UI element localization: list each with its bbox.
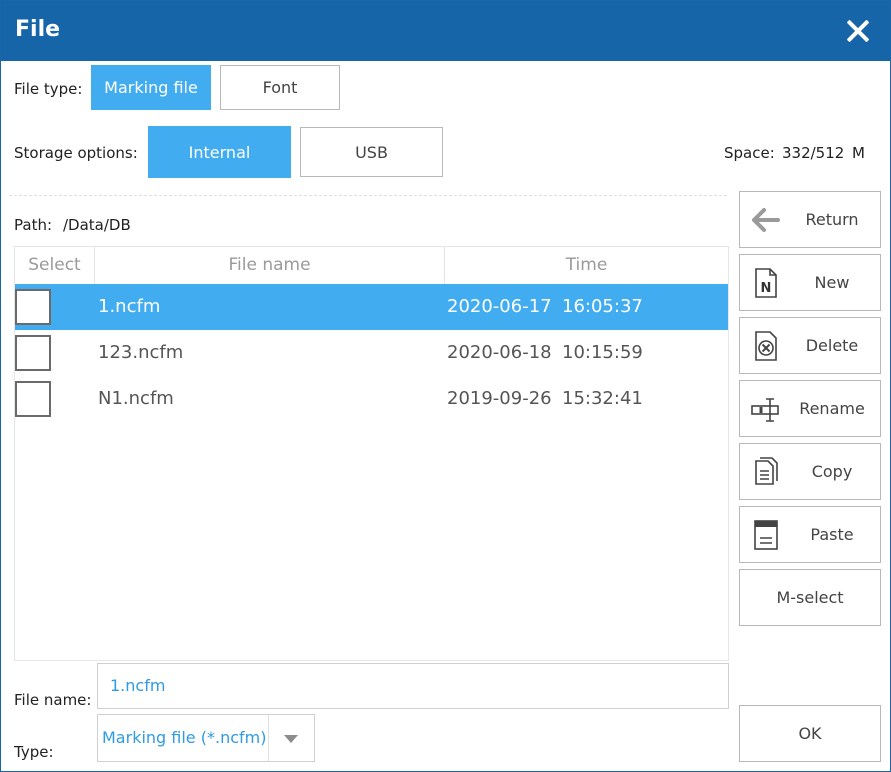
row-date: 2019-09-26: [447, 388, 552, 409]
new-file-icon: N: [755, 268, 777, 298]
path-value: /Data/DB: [63, 216, 131, 234]
row-time: 16:05:37: [562, 296, 643, 317]
file-type-marking-file-button[interactable]: Marking file: [91, 65, 211, 110]
type-select-value: Marking file (*.ncfm): [102, 728, 267, 747]
row-time: 10:15:59: [562, 342, 643, 363]
table-row[interactable]: 123.ncfm 2020-06-18 10:15:59: [15, 330, 728, 376]
divider: [9, 195, 727, 196]
storage-internal-button[interactable]: Internal: [148, 126, 291, 178]
delete-file-icon: [755, 331, 777, 361]
file-table: Select File name Time 1.ncfm 2020-06-17 …: [14, 246, 729, 661]
row-checkbox[interactable]: [15, 381, 51, 417]
type-select[interactable]: Marking file (*.ncfm): [97, 714, 315, 762]
select-divider: [268, 715, 269, 761]
row-file-name: N1.ncfm: [98, 388, 174, 409]
table-row[interactable]: 1.ncfm 2020-06-17 16:05:37: [15, 284, 728, 330]
paste-icon: [754, 520, 778, 550]
ok-label: OK: [798, 724, 822, 743]
row-date: 2020-06-17: [447, 296, 552, 317]
file-name-label: File name:: [14, 691, 92, 709]
column-header-time: Time: [565, 255, 608, 275]
copy-label: Copy: [811, 462, 853, 481]
space-label: Space:: [724, 144, 775, 162]
column-header-file-name: File name: [95, 247, 445, 284]
rename-button[interactable]: Rename: [739, 380, 881, 437]
file-type-label: File type:: [14, 80, 83, 98]
new-label: New: [814, 273, 850, 292]
file-name-input[interactable]: 1.ncfm: [97, 663, 729, 709]
return-label: Return: [805, 210, 859, 229]
copy-button[interactable]: Copy: [739, 443, 881, 500]
svg-text:N: N: [761, 281, 772, 296]
return-button[interactable]: Return: [739, 191, 881, 248]
paste-label: Paste: [810, 525, 854, 544]
new-button[interactable]: N New: [739, 254, 881, 311]
m-select-button[interactable]: M-select: [739, 569, 881, 626]
storage-options-label: Storage options:: [14, 144, 138, 162]
space-unit: M: [852, 144, 865, 162]
row-time: 15:32:41: [562, 388, 643, 409]
row-checkbox[interactable]: [15, 289, 51, 325]
table-row[interactable]: N1.ncfm 2019-09-26 15:32:41: [15, 376, 728, 422]
close-icon[interactable]: [840, 13, 876, 49]
row-checkbox[interactable]: [15, 335, 51, 371]
delete-button[interactable]: Delete: [739, 317, 881, 374]
dialog-title: File: [15, 17, 61, 42]
row-file-name: 123.ncfm: [98, 342, 184, 363]
space-value: 332/512: [782, 144, 845, 162]
rename-icon: [751, 398, 779, 422]
copy-icon: [755, 457, 778, 485]
title-bar: File: [1, 1, 890, 61]
chevron-down-icon[interactable]: [284, 735, 298, 743]
m-select-label: M-select: [776, 588, 844, 607]
storage-usb-button[interactable]: USB: [300, 127, 443, 177]
delete-label: Delete: [805, 336, 859, 355]
rename-label: Rename: [799, 399, 865, 418]
row-file-name: 1.ncfm: [98, 296, 161, 317]
ok-button[interactable]: OK: [739, 705, 881, 762]
table-header: Select File name Time: [15, 247, 728, 284]
file-type-font-button[interactable]: Font: [220, 65, 340, 110]
paste-button[interactable]: Paste: [739, 506, 881, 563]
path-label: Path:: [14, 216, 53, 234]
row-date: 2020-06-18: [447, 342, 552, 363]
type-label: Type:: [14, 743, 54, 761]
file-dialog: File File type: Marking file Font Storag…: [0, 0, 891, 772]
arrow-left-icon: [752, 208, 780, 232]
column-header-select: Select: [15, 247, 95, 284]
